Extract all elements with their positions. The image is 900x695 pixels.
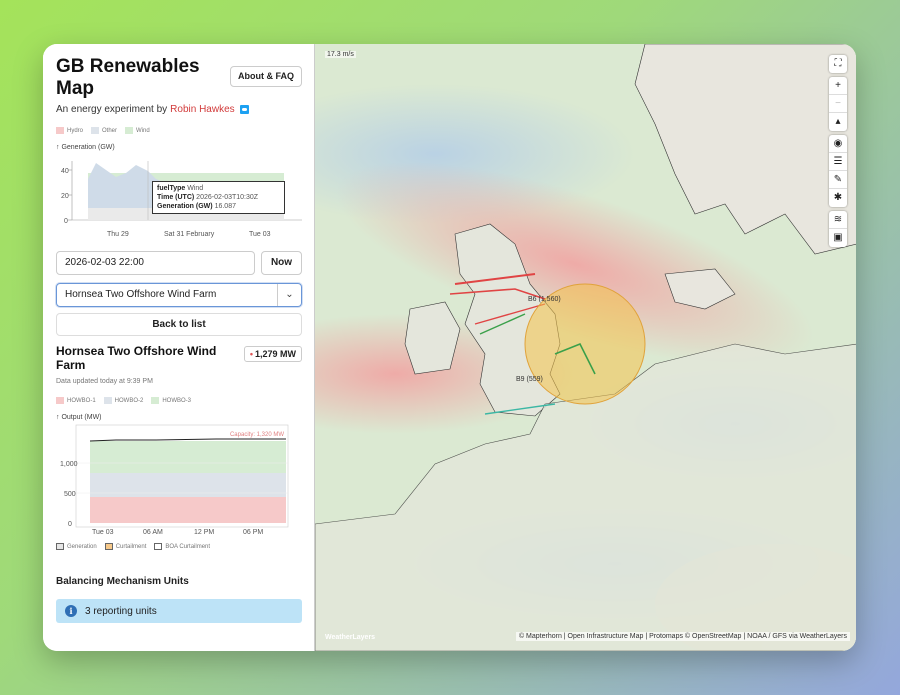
x-tick: 06 PM <box>243 529 264 537</box>
y-tick: 20 <box>61 193 69 200</box>
x-tick: 12 PM <box>194 529 215 537</box>
map-canvas[interactable] <box>315 44 856 651</box>
boundary-label-b6: B6 (1,560) <box>528 296 561 303</box>
wind-icon[interactable]: ≋ <box>829 211 847 229</box>
legend-item[interactable]: Other <box>91 127 117 134</box>
twitter-icon[interactable] <box>239 105 249 114</box>
output-chart-svg: Capacity: 1,320 MW 1,000 500 0 <box>60 424 289 528</box>
x-tick: Tue 03 <box>249 231 271 238</box>
app-title: GB Renewables Map <box>56 56 200 99</box>
reporting-units-box: i 3 reporting units <box>56 599 302 624</box>
layers-icon[interactable]: ☰ <box>829 153 847 171</box>
y-tick: 1,000 <box>60 461 78 468</box>
locate-icon[interactable]: ◉ <box>829 135 847 153</box>
author-link[interactable]: Robin Hawkes <box>170 104 234 115</box>
legend-item[interactable]: Hydro <box>56 127 83 134</box>
generation-legend: Hydro Other Wind <box>56 127 302 134</box>
x-tick: 06 AM <box>143 529 163 537</box>
output-chart[interactable]: Capacity: 1,320 MW 1,000 500 0 Tue 03 06… <box>56 423 302 537</box>
capacity-label: Capacity: 1,320 MW <box>230 432 284 438</box>
legend-item[interactable]: BOA Curtailment <box>154 543 210 550</box>
weatherlayers-logo: WeatherLayers <box>325 634 376 641</box>
x-tick: Thu 29 <box>107 231 129 238</box>
subtitle: An energy experiment by Robin Hawkes <box>56 104 302 115</box>
generation-chart[interactable]: 40 20 0 Thu 29 Sat 31 February Tue 03 fu… <box>56 153 302 243</box>
legend-item[interactable]: Curtailment <box>104 543 146 550</box>
brush-icon[interactable]: ✎ <box>829 171 847 189</box>
about-faq-button[interactable]: About & FAQ <box>230 66 302 87</box>
legend-item[interactable]: Wind <box>125 127 150 134</box>
site-select[interactable]: Hornsea Two Offshore Wind Farm ⌄ <box>56 283 302 308</box>
x-tick: Tue 03 <box>92 529 114 537</box>
y-tick: 40 <box>61 168 69 175</box>
map-attribution: © Mapterhorn | Open Infrastructure Map |… <box>515 632 850 641</box>
y-tick: 500 <box>64 491 76 498</box>
hydro-swatch <box>56 127 64 134</box>
x-tick: Sat 31 February <box>164 231 215 238</box>
output-legend: Generation Curtailment BOA Curtailment <box>56 543 302 550</box>
fire-icon[interactable]: ✱ <box>829 189 847 207</box>
legend-item[interactable]: HOWBO-2 <box>103 397 143 404</box>
zoom-out-icon[interactable]: − <box>829 95 847 113</box>
side-panel: GB Renewables Map About & FAQ An energy … <box>43 44 314 651</box>
legend-item[interactable]: Generation <box>56 543 97 550</box>
map[interactable]: 17.3 m/s B6 (1,560) B9 (559) ⛶ + − ▴ ◉ ☰… <box>314 44 856 651</box>
wind-speed-label: 17.3 m/s <box>325 51 356 58</box>
y-tick: 0 <box>68 521 72 528</box>
site-select-value: Hornsea Two Offshore Wind Farm <box>65 289 217 301</box>
chevron-down-icon[interactable]: ⌄ <box>277 284 301 307</box>
datetime-input[interactable]: 2026-02-03 22:00 <box>56 251 255 276</box>
map-controls: ⛶ + − ▴ ◉ ☰ ✎ ✱ ≋ ▣ <box>829 55 847 247</box>
wind-swatch <box>125 127 134 134</box>
other-swatch <box>91 127 100 134</box>
back-to-list-button[interactable]: Back to list <box>56 313 302 337</box>
capacity-badge: • 1,279 MW <box>243 346 302 363</box>
legend-item[interactable]: HOWBO-3 <box>151 397 191 404</box>
boundary-label-b9: B9 (559) <box>516 376 543 383</box>
compass-icon[interactable]: ▴ <box>829 113 847 131</box>
unit-legend: HOWBO-1 HOWBO-2 HOWBO-3 <box>56 397 302 404</box>
datetime-row: 2026-02-03 22:00 Now <box>56 251 302 276</box>
site-header: Hornsea Two Offshore Wind Farm • 1,279 MW <box>56 344 302 372</box>
zoom-in-icon[interactable]: + <box>829 77 847 95</box>
now-button[interactable]: Now <box>261 251 302 276</box>
status-dot-icon: • <box>249 349 253 360</box>
site-title: Hornsea Two Offshore Wind Farm <box>56 344 217 373</box>
info-icon: i <box>65 605 77 618</box>
bm-units-title: Balancing Mechanism Units <box>56 576 189 588</box>
subtitle-prefix: An energy experiment by <box>56 104 168 115</box>
chart-tooltip: fuelType Wind Time (UTC) 2026-02-03T10:3… <box>152 181 285 215</box>
reporting-units-text: 3 reporting units <box>85 605 157 617</box>
car-icon[interactable]: ▣ <box>829 229 847 247</box>
app-window: GB Renewables Map About & FAQ An energy … <box>43 44 856 651</box>
generation-axis-title: ↑ Generation (GW) <box>56 144 115 152</box>
legend-item[interactable]: HOWBO-1 <box>56 397 96 404</box>
output-axis-title: ↑ Output (MW) <box>56 414 102 422</box>
data-updated-text: Data updated today at 9:39 PM <box>56 378 153 386</box>
y-tick: 0 <box>64 218 68 225</box>
fullscreen-icon[interactable]: ⛶ <box>829 55 847 73</box>
